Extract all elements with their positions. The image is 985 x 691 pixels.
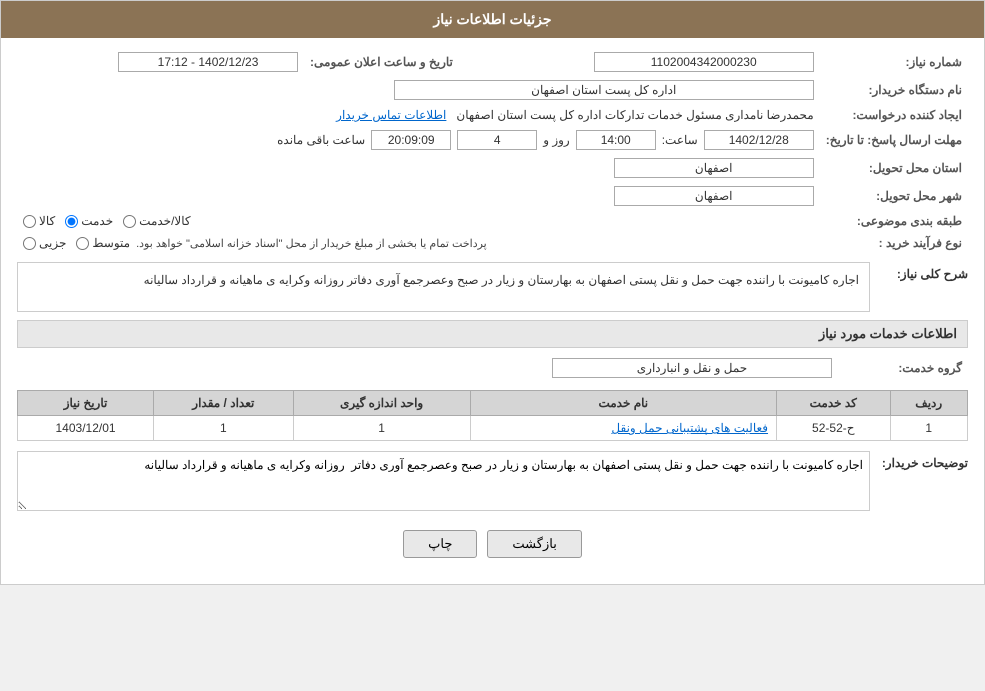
- table-row: 1ح-52-52فعالیت های پشتیبانی حمل ونقل1114…: [18, 416, 968, 441]
- purchase-jozi-label: جزیی: [39, 236, 66, 250]
- category-khedmat-radio[interactable]: [65, 215, 78, 228]
- back-button[interactable]: بازگشت: [487, 530, 581, 558]
- deadline-time-label: ساعت:: [662, 133, 698, 147]
- deadline-remaining-label: ساعت باقی مانده: [277, 133, 365, 147]
- col-name: نام خدمت: [470, 391, 776, 416]
- creator-value: محمدرضا نامداری مسئول خدمات تدارکات ادار…: [456, 108, 813, 122]
- group-service-value: حمل و نقل و انبارداری: [552, 358, 832, 378]
- group-service-label: گروه خدمت:: [838, 354, 968, 382]
- description-label: شرح کلی نیاز:: [878, 262, 968, 281]
- city-value: اصفهان: [614, 186, 814, 206]
- page-title: جزئیات اطلاعات نیاز: [433, 11, 551, 27]
- buyer-description-section: توضیحات خریدار:: [17, 451, 968, 514]
- category-option-khedmat[interactable]: خدمت: [65, 214, 113, 228]
- service-group-table: گروه خدمت: حمل و نقل و انبارداری: [17, 354, 968, 382]
- col-quantity: تعداد / مقدار: [154, 391, 294, 416]
- deadline-remaining: 20:09:09: [371, 130, 451, 150]
- purchase-jozi-radio[interactable]: [23, 237, 36, 250]
- purchase-type-label: نوع فرآیند خرید :: [820, 232, 968, 254]
- service-name-link[interactable]: فعالیت های پشتیبانی حمل ونقل: [611, 421, 768, 435]
- category-option-kala[interactable]: کالا: [23, 214, 55, 228]
- buyer-description-textarea[interactable]: [17, 451, 870, 511]
- description-content: اجاره کامیونت با راننده جهت حمل و نقل پس…: [17, 262, 870, 312]
- purchase-motevaset-label: متوسط: [92, 236, 130, 250]
- city-label: شهر محل تحویل:: [820, 182, 968, 210]
- announcement-date-value: 1402/12/23 - 17:12: [118, 52, 298, 72]
- deadline-date: 1402/12/28: [704, 130, 814, 150]
- col-date: تاریخ نیاز: [18, 391, 154, 416]
- category-option-kala-khedmat[interactable]: کالا/خدمت: [123, 214, 190, 228]
- buyer-org-value: اداره کل پست استان اصفهان: [394, 80, 814, 100]
- province-value: اصفهان: [614, 158, 814, 178]
- deadline-label: مهلت ارسال پاسخ: تا تاریخ:: [820, 126, 968, 154]
- announcement-date-label: تاریخ و ساعت اعلان عمومی:: [304, 48, 473, 76]
- deadline-days: 4: [457, 130, 537, 150]
- col-unit: واحد اندازه گیری: [293, 391, 470, 416]
- category-khedmat-label: خدمت: [81, 214, 113, 228]
- print-button[interactable]: چاپ: [403, 530, 477, 558]
- province-label: استان محل تحویل:: [820, 154, 968, 182]
- button-row: چاپ بازگشت: [17, 530, 968, 568]
- need-number-value: 1102004342000230: [594, 52, 814, 72]
- deadline-time: 14:00: [576, 130, 656, 150]
- category-radio-group: کالا خدمت کالا/خدمت: [23, 214, 814, 228]
- buyer-org-label: نام دستگاه خریدار:: [820, 76, 968, 104]
- category-kala-khedmat-radio[interactable]: [123, 215, 136, 228]
- creator-label: ایجاد کننده درخواست:: [820, 104, 968, 126]
- category-kala-radio[interactable]: [23, 215, 36, 228]
- need-number-label: شماره نیاز:: [820, 48, 968, 76]
- info-table: شماره نیاز: 1102004342000230 تاریخ و ساع…: [17, 48, 968, 254]
- purchase-type-motevaset[interactable]: متوسط: [76, 236, 130, 250]
- category-label: طبقه بندی موضوعی:: [820, 210, 968, 232]
- buyer-description-label: توضیحات خریدار:: [878, 451, 968, 470]
- category-kala-label: کالا: [39, 214, 55, 228]
- col-code: کد خدمت: [777, 391, 890, 416]
- purchase-note: پرداخت تمام یا بخشی از مبلغ خریدار از مح…: [136, 237, 487, 250]
- services-section-title: اطلاعات خدمات مورد نیاز: [17, 320, 968, 348]
- page-header: جزئیات اطلاعات نیاز: [1, 1, 984, 38]
- description-section: شرح کلی نیاز: اجاره کامیونت با راننده جه…: [17, 262, 968, 312]
- purchase-motevaset-radio[interactable]: [76, 237, 89, 250]
- deadline-day-label: روز و: [543, 133, 570, 147]
- services-table: ردیف کد خدمت نام خدمت واحد اندازه گیری ت…: [17, 390, 968, 441]
- purchase-type-jozi[interactable]: جزیی: [23, 236, 66, 250]
- category-kala-khedmat-label: کالا/خدمت: [139, 214, 190, 228]
- col-row: ردیف: [890, 391, 968, 416]
- purchase-type-radio-group: جزیی متوسط: [23, 236, 130, 250]
- contact-info-link[interactable]: اطلاعات تماس خریدار: [336, 108, 446, 122]
